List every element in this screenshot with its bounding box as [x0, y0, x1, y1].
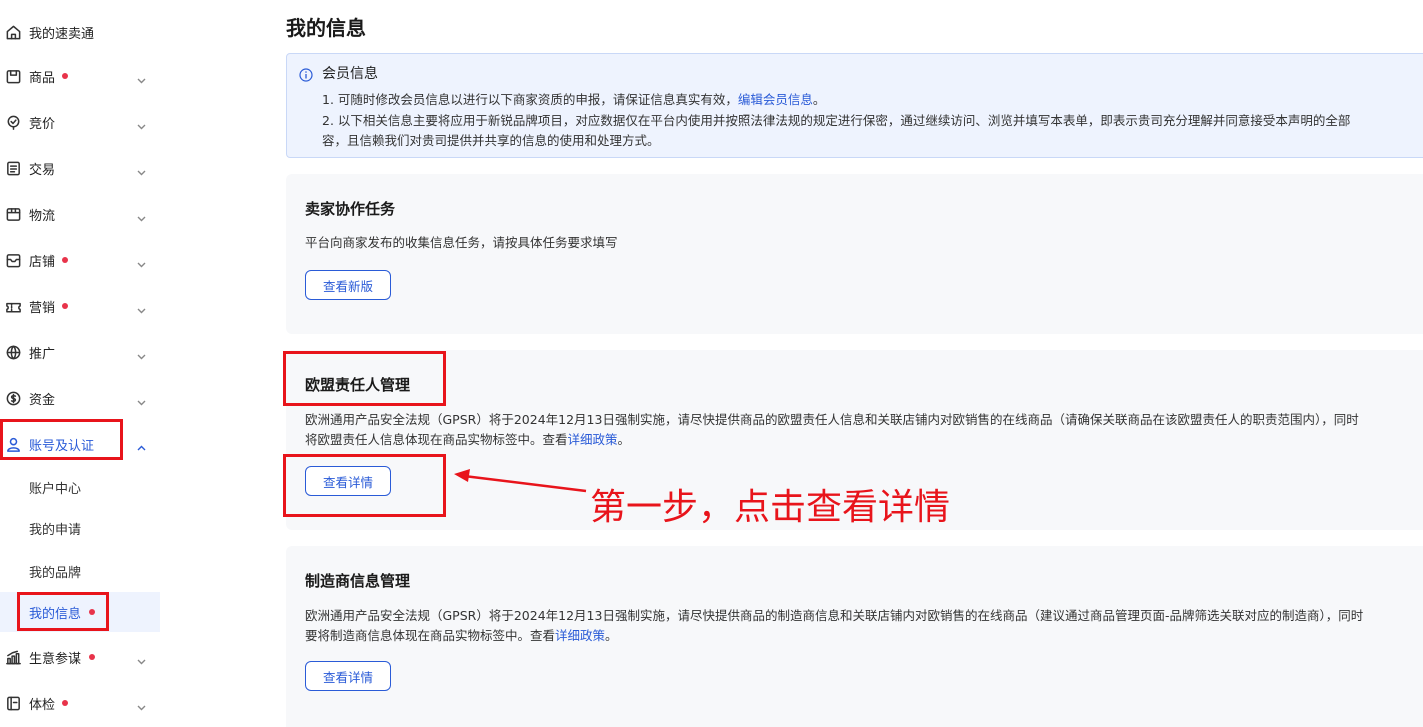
- notification-dot: [62, 700, 68, 706]
- card-description-text: 。: [605, 628, 618, 643]
- notice-text: 。: [812, 92, 826, 107]
- product-icon: [4, 67, 22, 85]
- promotion-icon: [4, 343, 22, 361]
- info-icon: [299, 67, 313, 82]
- card-title: 卖家协作任务: [305, 200, 396, 218]
- sidebar-item-analytics[interactable]: 生意参谋: [0, 637, 160, 677]
- card-description-text: 将欧盟责任人信息体现在商品实物标签中。查看: [305, 432, 568, 447]
- sidebar-item-label: 体检: [29, 697, 56, 713]
- sidebar-item-label: 物流: [29, 208, 56, 224]
- sidebar: 我的速卖通 商品 竞价 交易 物流 店铺 营销 推广 资金 账号及认证 账户中心…: [0, 0, 160, 727]
- notice-line: 1. 可随时修改会员信息以进行以下商家资质的申报，请保证信息真实有效，编辑会员信…: [322, 89, 825, 108]
- chevron-down-icon: [136, 117, 147, 129]
- card-description-text: 要将制造商信息体现在商品实物标签中。查看: [305, 628, 556, 643]
- sidebar-item-account[interactable]: 账号及认证: [0, 424, 160, 464]
- chevron-down-icon: [136, 652, 147, 664]
- chevron-up-icon: [136, 439, 147, 450]
- edit-member-info-link[interactable]: 编辑会员信息: [738, 92, 813, 107]
- sidebar-item-logistics[interactable]: 物流: [0, 194, 160, 234]
- sidebar-subitem-account-center[interactable]: 账户中心: [0, 467, 160, 507]
- funds-icon: [4, 389, 22, 407]
- page-title: 我的信息: [286, 16, 366, 40]
- policy-details-link[interactable]: 详细政策: [568, 432, 618, 447]
- sidebar-item-label: 我的速卖通: [29, 26, 95, 42]
- sidebar-subitem-my-applications[interactable]: 我的申请: [0, 508, 160, 548]
- sidebar-item-trade[interactable]: 交易: [0, 148, 160, 188]
- sidebar-item-label: 商品: [29, 70, 56, 86]
- notification-dot: [62, 303, 68, 309]
- marketing-icon: [4, 297, 22, 315]
- seller-task-card: 卖家协作任务 平台向商家发布的收集信息任务，请按具体任务要求填写 查看新版: [286, 174, 1423, 334]
- sidebar-item-label: 交易: [29, 162, 56, 178]
- view-details-button[interactable]: 查看详情: [305, 661, 391, 691]
- sidebar-subitem-my-info[interactable]: 我的信息: [0, 592, 160, 632]
- chevron-down-icon: [136, 698, 147, 710]
- sidebar-subitem-my-brands[interactable]: 我的品牌: [0, 551, 160, 591]
- card-title: 欧盟责任人管理: [305, 376, 411, 394]
- sidebar-item-label: 账号及认证: [29, 438, 95, 454]
- chevron-down-icon: [136, 71, 147, 83]
- notice-title: 会员信息: [322, 66, 378, 82]
- notice-text: 1. 可随时修改会员信息以进行以下商家资质的申报，请保证信息真实有效，: [322, 92, 738, 107]
- notice-line: 容，且信赖我们对贵司提供并共享的信息的使用和处理方式。: [322, 133, 660, 148]
- logistics-icon: [4, 205, 22, 223]
- sidebar-item-store[interactable]: 店铺: [0, 240, 160, 280]
- sidebar-item-label: 店铺: [29, 254, 56, 270]
- card-description: 平台向商家发布的收集信息任务，请按具体任务要求填写: [305, 235, 618, 250]
- chevron-down-icon: [136, 347, 147, 359]
- chevron-down-icon: [136, 393, 147, 405]
- card-description: 要将制造商信息体现在商品实物标签中。查看详细政策。: [305, 626, 618, 646]
- chevron-down-icon: [136, 301, 147, 313]
- home-icon: [4, 23, 22, 41]
- sidebar-subitem-label: 我的品牌: [29, 565, 82, 581]
- notice-line: 2. 以下相关信息主要将应用于新锐品牌项目，对应数据仅在平台内使用并按照法律法规…: [322, 113, 1351, 128]
- chevron-down-icon: [136, 163, 147, 175]
- card-description: 将欧盟责任人信息体现在商品实物标签中。查看详细政策。: [305, 430, 630, 450]
- notification-dot: [62, 257, 68, 263]
- sidebar-item-label: 生意参谋: [29, 651, 82, 667]
- store-icon: [4, 251, 22, 269]
- sidebar-item-bid[interactable]: 竞价: [0, 102, 160, 142]
- analytics-icon: [4, 648, 22, 666]
- sidebar-item-label: 资金: [29, 392, 56, 408]
- chevron-down-icon: [136, 255, 147, 267]
- sidebar-item-label: 营销: [29, 300, 56, 316]
- card-title: 制造商信息管理: [305, 572, 411, 590]
- view-new-version-button[interactable]: 查看新版: [305, 270, 391, 300]
- bid-icon: [4, 113, 22, 131]
- sidebar-item-label: 推广: [29, 346, 56, 362]
- chevron-down-icon: [136, 209, 147, 221]
- sidebar-item-promotion[interactable]: 推广: [0, 332, 160, 372]
- trade-icon: [4, 159, 22, 177]
- sidebar-item-label: 竞价: [29, 116, 56, 132]
- manufacturer-info-card: 制造商信息管理 欧洲通用产品安全法规（GPSR）将于2024年12月13日强制实…: [286, 546, 1423, 727]
- sidebar-item-marketing[interactable]: 营销: [0, 286, 160, 326]
- account-icon: [4, 435, 22, 453]
- card-description-text: 。: [617, 432, 631, 447]
- notification-dot: [89, 609, 95, 615]
- sidebar-item-product[interactable]: 商品: [0, 56, 160, 96]
- annotation-arrow: [454, 469, 587, 493]
- sidebar-subitem-label: 我的申请: [29, 522, 82, 538]
- card-description: 欧洲通用产品安全法规（GPSR）将于2024年12月13日强制实施，请尽快提供商…: [305, 412, 1359, 427]
- sidebar-subitem-label: 账户中心: [29, 481, 82, 497]
- sidebar-item-funds[interactable]: 资金: [0, 378, 160, 418]
- member-info-notice: 会员信息 1. 可随时修改会员信息以进行以下商家资质的申报，请保证信息真实有效，…: [286, 53, 1423, 158]
- notification-dot: [62, 73, 68, 79]
- card-description: 欧洲通用产品安全法规（GPSR）将于2024年12月13日强制实施，请尽快提供商…: [305, 608, 1364, 623]
- view-details-button[interactable]: 查看详情: [305, 466, 391, 496]
- notification-dot: [89, 654, 95, 660]
- sidebar-subitem-label: 我的信息: [29, 606, 82, 622]
- checkup-icon: [4, 694, 22, 712]
- policy-details-link[interactable]: 详细政策: [555, 628, 605, 643]
- sidebar-item-home[interactable]: 我的速卖通: [0, 12, 160, 52]
- sidebar-item-checkup[interactable]: 体检: [0, 683, 160, 723]
- annotation-text: 第一步，点击查看详情: [590, 487, 951, 528]
